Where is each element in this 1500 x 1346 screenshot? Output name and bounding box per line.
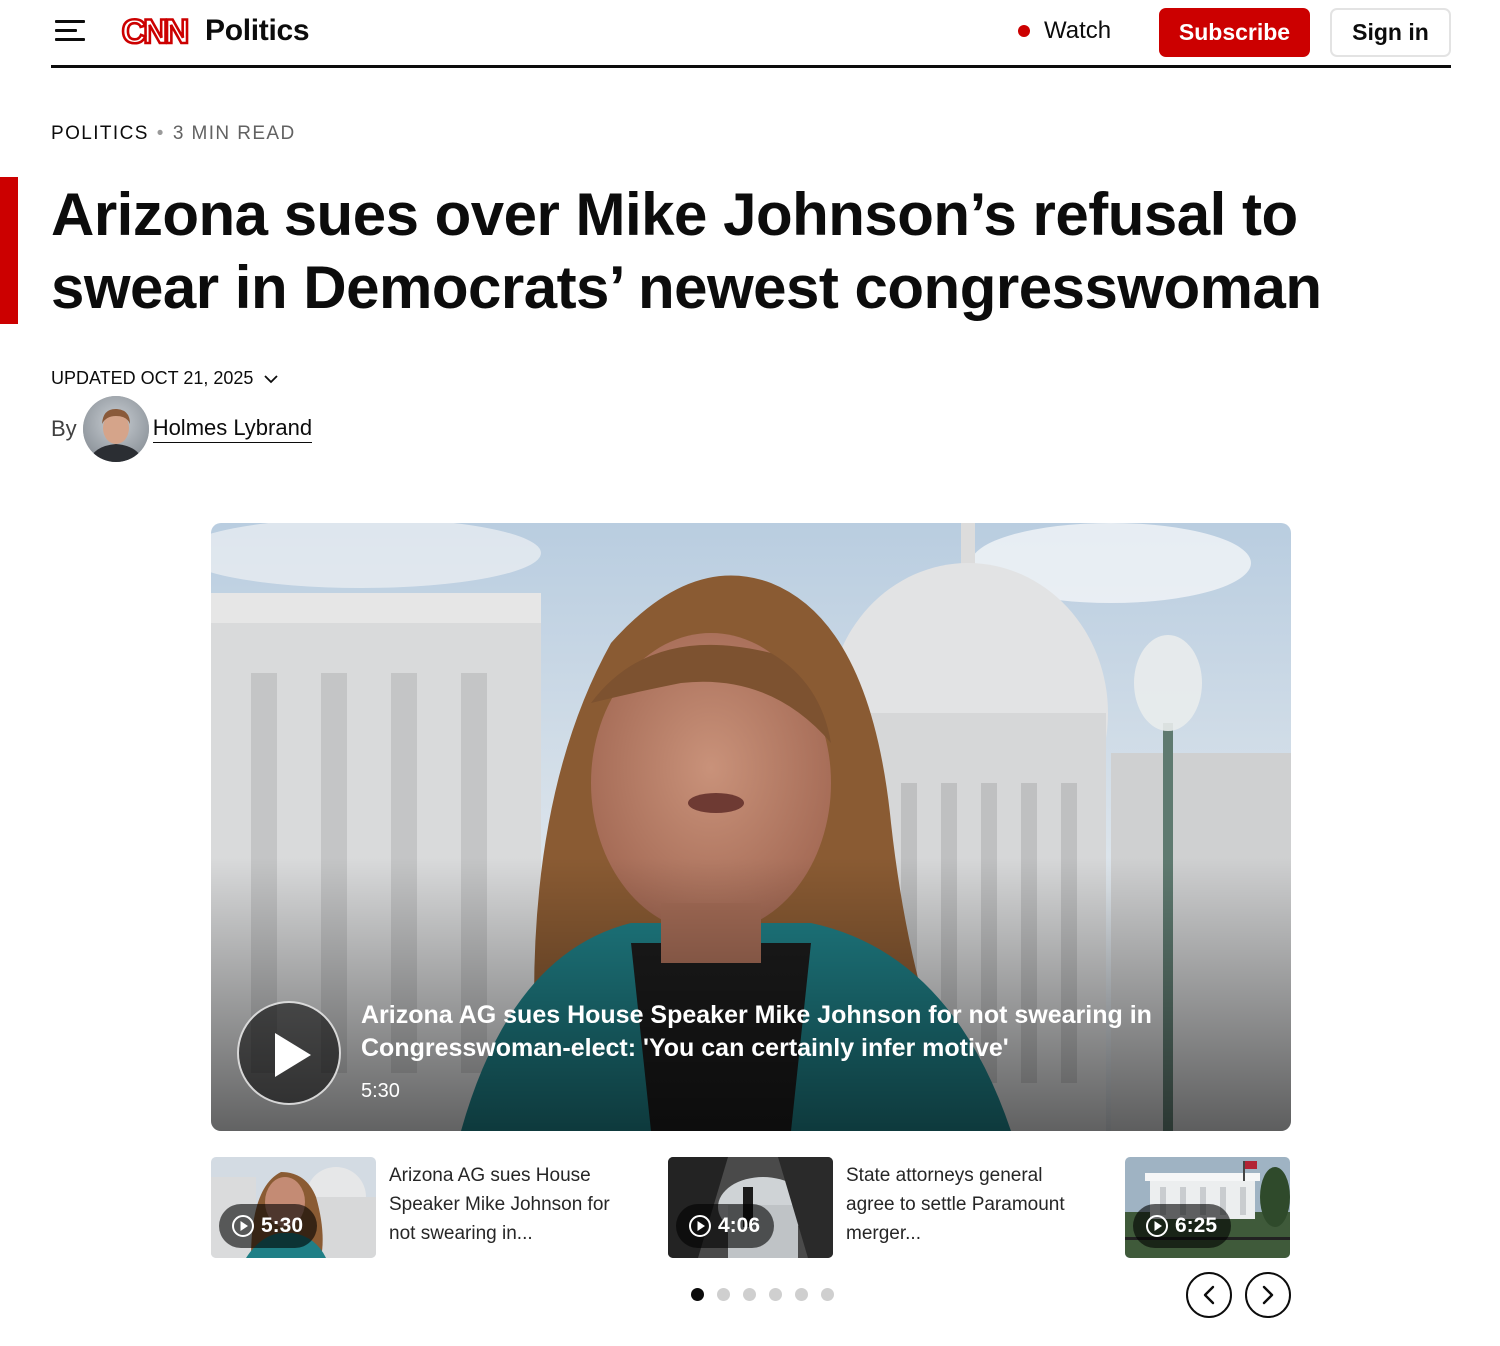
- chevron-right-icon: [1262, 1285, 1274, 1305]
- carousel-next-button[interactable]: [1245, 1272, 1291, 1318]
- watch-link[interactable]: Watch: [1018, 17, 1111, 45]
- byline: By Holmes Lybrand: [51, 396, 313, 462]
- duration-text: 4:06: [718, 1214, 761, 1237]
- featured-video-player[interactable]: Arizona AG sues House Speaker Mike Johns…: [211, 523, 1291, 1131]
- carousel-dot[interactable]: [821, 1288, 834, 1301]
- watch-label: Watch: [1044, 17, 1112, 44]
- video-carousel-item[interactable]: 6:25: [1125, 1157, 1290, 1258]
- duration-text: 6:25: [1175, 1214, 1218, 1237]
- carousel-dot[interactable]: [743, 1288, 756, 1301]
- kicker-separator: •: [156, 123, 165, 144]
- play-circle-icon: [232, 1215, 254, 1237]
- video-thumbnail: 6:25: [1125, 1157, 1290, 1258]
- author-avatar[interactable]: [82, 396, 149, 462]
- article-headline: Arizona sues over Mike Johnson’s refusal…: [51, 181, 1322, 321]
- carousel-prev-button[interactable]: [1186, 1272, 1232, 1318]
- video-thumbnail: 5:30: [211, 1157, 376, 1258]
- byline-prefix: By: [51, 416, 77, 441]
- duration-badge: 6:25: [1133, 1204, 1232, 1248]
- subscribe-button[interactable]: Subscribe: [1159, 8, 1310, 57]
- play-circle-icon: [1146, 1215, 1168, 1237]
- section-title[interactable]: Politics: [205, 14, 310, 48]
- author-link[interactable]: Holmes Lybrand: [152, 415, 313, 443]
- carousel-dot[interactable]: [769, 1288, 782, 1301]
- video-title: Arizona AG sues House Speaker Mike Johns…: [361, 1001, 1152, 1062]
- video-duration: 5:30: [361, 1080, 400, 1102]
- carousel-dot[interactable]: [795, 1288, 808, 1301]
- cnn-logo[interactable]: CNN: [115, 12, 193, 52]
- chevron-down-icon[interactable]: [263, 373, 279, 385]
- carousel-dot[interactable]: [717, 1288, 730, 1301]
- video-item-title: Arizona AG sues House Speaker Mike Johns…: [389, 1165, 610, 1244]
- article-kicker: POLITICS • 3 MIN READ: [51, 123, 296, 145]
- play-circle-icon: [689, 1215, 711, 1237]
- headline-accent-bar: [0, 177, 18, 324]
- updated-text: UPDATED OCT 21, 2025: [51, 368, 254, 388]
- video-item-title: State attorneys general agree to settle …: [846, 1165, 1065, 1244]
- updated-timestamp: UPDATED OCT 21, 2025: [51, 368, 279, 389]
- video-thumbnail: 4:06: [668, 1157, 833, 1258]
- site-header: CNN Politics Watch Subscribe Sign in: [51, 0, 1451, 68]
- kicker-section[interactable]: POLITICS: [51, 123, 149, 144]
- play-button[interactable]: [237, 1001, 341, 1105]
- chevron-left-icon: [1203, 1285, 1215, 1305]
- video-carousel-item[interactable]: 5:30 Arizona AG sues House Speaker Mike …: [211, 1157, 614, 1258]
- play-icon: [275, 1033, 311, 1077]
- duration-text: 5:30: [261, 1214, 304, 1237]
- video-carousel-item[interactable]: 4:06 State attorneys general agree to se…: [668, 1157, 1071, 1258]
- svg-text:CNN: CNN: [122, 13, 188, 50]
- live-dot-icon: [1018, 25, 1030, 37]
- hamburger-menu-icon[interactable]: [55, 20, 85, 42]
- sign-in-button[interactable]: Sign in: [1330, 8, 1451, 57]
- duration-badge: 5:30: [219, 1204, 318, 1248]
- carousel-dot[interactable]: [691, 1288, 704, 1301]
- duration-badge: 4:06: [676, 1204, 775, 1248]
- carousel-pagination: [691, 1288, 847, 1301]
- kicker-read-time: 3 MIN READ: [172, 123, 296, 144]
